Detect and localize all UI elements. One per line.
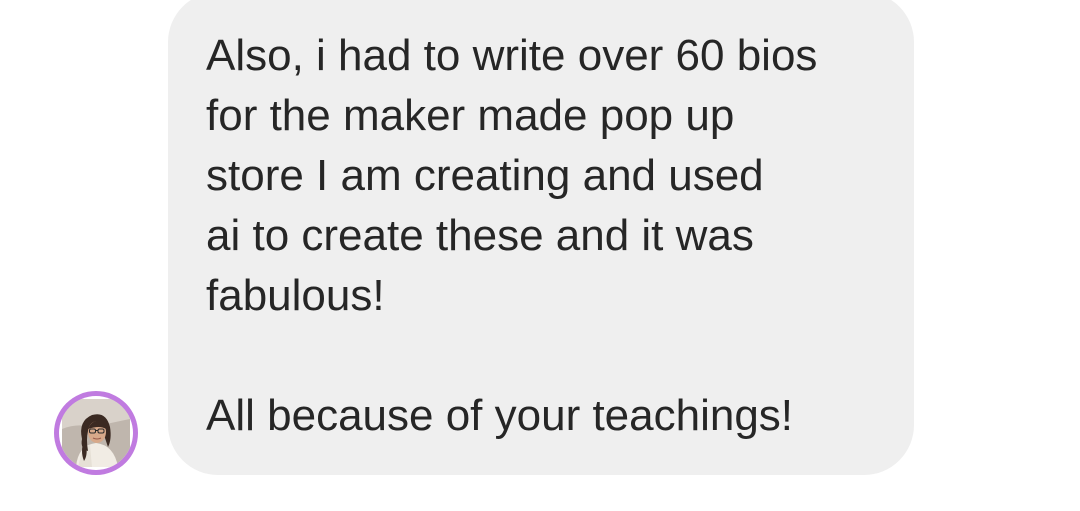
profile-photo-icon	[59, 396, 133, 470]
profile-photo-graphic	[62, 399, 130, 467]
chat-thread: Also, i had to write over 60 bios for th…	[0, 0, 1080, 511]
message-text-paragraph-1: Also, i had to write over 60 bios for th…	[206, 31, 818, 320]
message-bubble[interactable]: Also, i had to write over 60 bios for th…	[168, 0, 914, 475]
received-message-row: Also, i had to write over 60 bios for th…	[0, 0, 1080, 511]
message-text-paragraph-2: All because of your teachings!	[206, 391, 794, 440]
sender-avatar[interactable]	[54, 391, 138, 475]
